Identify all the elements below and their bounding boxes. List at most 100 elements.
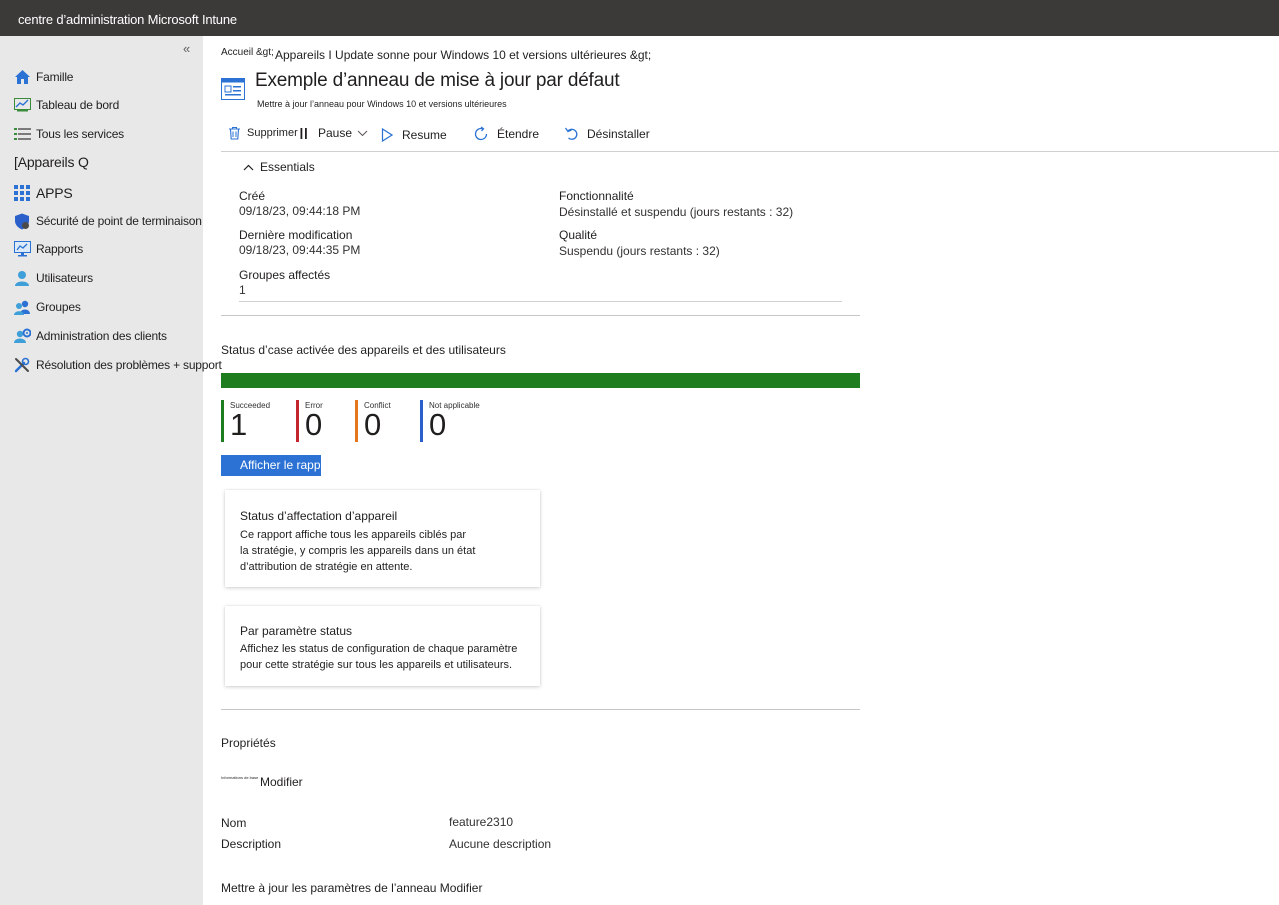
tenant-admin-icon [13,327,31,345]
extend-button[interactable]: Étendre [473,126,539,142]
user-icon [13,269,31,287]
top-bar: centre d’administration Microsoft Intune [0,0,1279,36]
feature-label: Fonctionnalité [559,189,634,203]
home-icon [13,68,31,86]
sidebar-item-troubleshooting[interactable]: Résolution des problèmes + support [13,356,222,374]
delete-button[interactable]: Supprimer [228,126,298,140]
created-label: Créé [239,189,266,203]
sidebar-item-label: Résolution des problèmes + support [36,358,222,372]
list-icon [13,125,31,143]
status-error[interactable]: Error 0 [296,400,323,442]
sidebar-item-home[interactable]: Famille [13,68,73,86]
collapse-sidebar-button[interactable]: « [183,41,190,56]
extend-label: Étendre [497,127,540,141]
name-value: feature2310 [449,815,514,829]
sidebar-item-endpoint-security[interactable]: Sécurité de point de terminaison [13,212,202,230]
sidebar-item-apps[interactable]: APPS [13,184,73,202]
resume-label: Resume [402,128,447,142]
groups-value[interactable]: 1 [239,283,246,297]
basics-tiny-label: Informations de base [221,775,259,780]
status-count: 1 [230,407,248,442]
modified-value: 09/18/23, 09:44:35 PM [239,243,361,257]
sidebar-item-label: Groupes [36,300,81,314]
section-divider [221,315,860,316]
update-ring-icon [221,78,245,100]
breadcrumb-path[interactable]: Appareils I Update sonne pour Windows 10… [275,48,651,62]
page-subtitle: Mettre à jour l’anneau pour Windows 10 e… [257,99,507,109]
sidebar-item-label: Administration des clients [36,329,167,343]
main-content: Accueil &gt; Appareils I Update sonne po… [203,36,1279,905]
status-count: 0 [305,407,323,442]
name-label: Nom [221,816,247,830]
refresh-icon [474,126,488,141]
card-title: Par paramètre status [240,624,353,638]
play-icon [381,128,393,142]
card-description-line: d’attribution de stratégie en attente. [240,561,413,573]
essentials-divider [239,301,842,302]
uninstall-label: Désinstaller [587,126,650,141]
created-value: 09/18/23, 09:44:18 PM [239,204,361,218]
groups-label: Groupes affectés [239,268,331,282]
sidebar-item-label: Tableau de bord [36,98,120,112]
status-section-title: Status d’case activée des appareils et d… [221,343,506,357]
sidebar-item-all-services[interactable]: Tous les services [13,125,124,143]
device-assignment-status-card[interactable]: Status d’affectation d’appareil Ce rappo… [225,490,540,587]
resume-button[interactable]: Resume [381,128,447,142]
sidebar-item-tenant-admin[interactable]: Administration des clients [13,327,167,345]
per-setting-status-card[interactable]: Par paramètre status Affichez les status… [225,606,540,686]
app-title[interactable]: centre d’administration Microsoft Intune [18,12,237,27]
view-report-button[interactable]: Afficher le rapport [221,455,321,476]
shield-icon [13,212,31,230]
delete-label: Supprimer [247,127,298,139]
status-succeeded[interactable]: Succeeded 1 [221,400,270,442]
status-count: 0 [429,407,447,442]
pause-icon [300,128,307,139]
chevron-up-icon [243,164,254,170]
breadcrumb-home[interactable]: Accueil &gt; [221,47,274,58]
card-description-line: Affichez les status de configuration de … [240,643,518,655]
wrench-icon [13,356,31,374]
sidebar-item-users[interactable]: Utilisateurs [13,269,93,287]
toolbar-divider [221,151,1279,152]
chevron-down-icon [357,130,368,136]
status-count: 0 [364,407,382,442]
sidebar-item-label: Tous les services [36,127,124,141]
edit-basics-link[interactable]: Modifier [260,775,303,789]
feature-value: Désinstallé et suspendu (jours restants … [559,205,794,219]
essentials-label: Essentials [260,160,315,174]
pause-button[interactable]: Pause [300,126,374,140]
uninstall-button[interactable]: Désinstaller [564,126,650,141]
sidebar-item-label: [Appareils Q [14,154,89,170]
sidebar-item-label: Famille [36,70,74,84]
description-label: Description [221,837,282,851]
section-divider [221,709,860,710]
quality-label: Qualité [559,228,598,242]
modified-label: Dernière modification [239,228,353,242]
status-progress-bar [221,373,860,388]
sidebar: « Famille Tableau de bord Tous les servi… [0,36,222,905]
status-not-applicable[interactable]: Not applicable 0 [420,400,480,442]
sidebar-item-reports[interactable]: Rapports [13,240,83,258]
properties-title: Propriétés [221,736,276,750]
trash-icon [229,126,240,140]
sidebar-item-label: APPS [36,185,73,201]
card-description-line: Ce rapport affiche tous les appareils ci… [240,529,467,541]
description-value: Aucune description [449,837,552,851]
sidebar-item-label: Rapports [36,242,84,256]
card-description-line: la stratégie, y compris les appareils da… [240,545,476,557]
status-conflict[interactable]: Conflict 0 [355,400,391,442]
sidebar-item-dashboard[interactable]: Tableau de bord [13,96,119,114]
sidebar-item-devices[interactable]: [Appareils Q [14,154,89,170]
group-icon [13,298,31,316]
undo-icon [564,127,578,140]
monitor-chart-icon [13,240,31,258]
essentials-toggle[interactable]: Essentials [243,160,315,174]
sidebar-item-label: Sécurité de point de terminaison [36,214,202,228]
pause-label: Pause [318,126,353,140]
quality-value: Suspendu (jours restants : 32) [559,244,720,258]
sidebar-item-groups[interactable]: Groupes [13,298,81,316]
page-title: Exemple d’anneau de mise à jour par défa… [255,70,620,91]
card-title: Status d’affectation d’appareil [240,509,398,523]
ring-settings-edit-link[interactable]: Mettre à jour les paramètres de l’anneau… [221,881,482,895]
card-description-line: pour cette stratégie sur tous les appare… [240,659,513,671]
